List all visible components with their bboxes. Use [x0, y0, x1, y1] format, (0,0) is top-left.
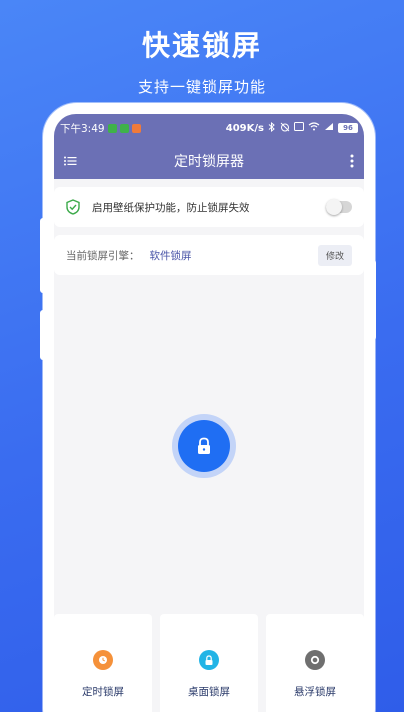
timed-lock-label: 定时锁屏 — [82, 686, 124, 698]
more-options-icon[interactable] — [350, 154, 354, 168]
signal-icon — [324, 122, 334, 134]
notification-icon — [119, 123, 129, 133]
wallpaper-protect-label: 启用壁纸保护功能，防止锁屏失效 — [92, 201, 250, 214]
status-bar: 下午3:49 409K/s 96 — [54, 114, 364, 142]
modify-engine-button[interactable]: 修改 — [317, 244, 352, 266]
notification-icon — [131, 123, 141, 133]
wallpaper-protect-card: 启用壁纸保护功能，防止锁屏失效 — [54, 187, 364, 227]
floating-lock-button[interactable]: 悬浮锁屏 — [266, 614, 364, 712]
function-row: 定时锁屏 桌面锁屏 悬浮锁屏 — [54, 614, 364, 712]
floating-lock-label: 悬浮锁屏 — [294, 686, 336, 698]
phone-side-button — [370, 260, 376, 340]
lock-button-inner — [178, 420, 230, 472]
app-title: 定时锁屏器 — [174, 153, 244, 170]
desktop-lock-button[interactable]: 桌面锁屏 — [160, 614, 258, 712]
status-time: 下午3:49 — [60, 122, 105, 135]
lock-engine-value: 软件锁屏 — [149, 249, 192, 262]
phone-side-button — [40, 218, 46, 293]
battery-icon: 96 — [338, 123, 358, 133]
lock-engine-label: 当前锁屏引擎： — [66, 249, 140, 262]
phone-side-button — [40, 310, 46, 360]
lock-icon — [196, 437, 212, 455]
wifi-icon — [308, 122, 320, 134]
menu-icon[interactable] — [64, 156, 77, 166]
notification-icon — [107, 123, 117, 133]
clock-icon — [93, 650, 113, 670]
promo-subtitle: 支持一键锁屏功能 — [137, 78, 266, 96]
wallpaper-protect-toggle[interactable] — [326, 199, 352, 215]
promo-title: 快速锁屏 — [141, 29, 262, 62]
desktop-lock-label: 桌面锁屏 — [188, 686, 230, 698]
lock-icon — [199, 650, 219, 670]
app-bar: 定时锁屏器 — [54, 142, 364, 179]
alarm-off-icon — [280, 122, 290, 135]
floating-ball-icon — [305, 650, 325, 670]
toggle-knob — [326, 199, 342, 215]
bluetooth-icon — [268, 121, 276, 135]
phone-screen: 下午3:49 409K/s 96 定时锁屏器 启用壁纸保护功能，防止锁屏失效 当… — [54, 114, 364, 712]
nfc-icon — [294, 122, 304, 134]
timed-lock-button[interactable]: 定时锁屏 — [54, 614, 152, 712]
lock-now-button[interactable] — [172, 414, 236, 478]
network-speed: 409K/s — [225, 122, 264, 134]
lock-engine-card: 当前锁屏引擎： 软件锁屏 修改 — [54, 235, 364, 275]
shield-check-icon — [66, 199, 80, 215]
